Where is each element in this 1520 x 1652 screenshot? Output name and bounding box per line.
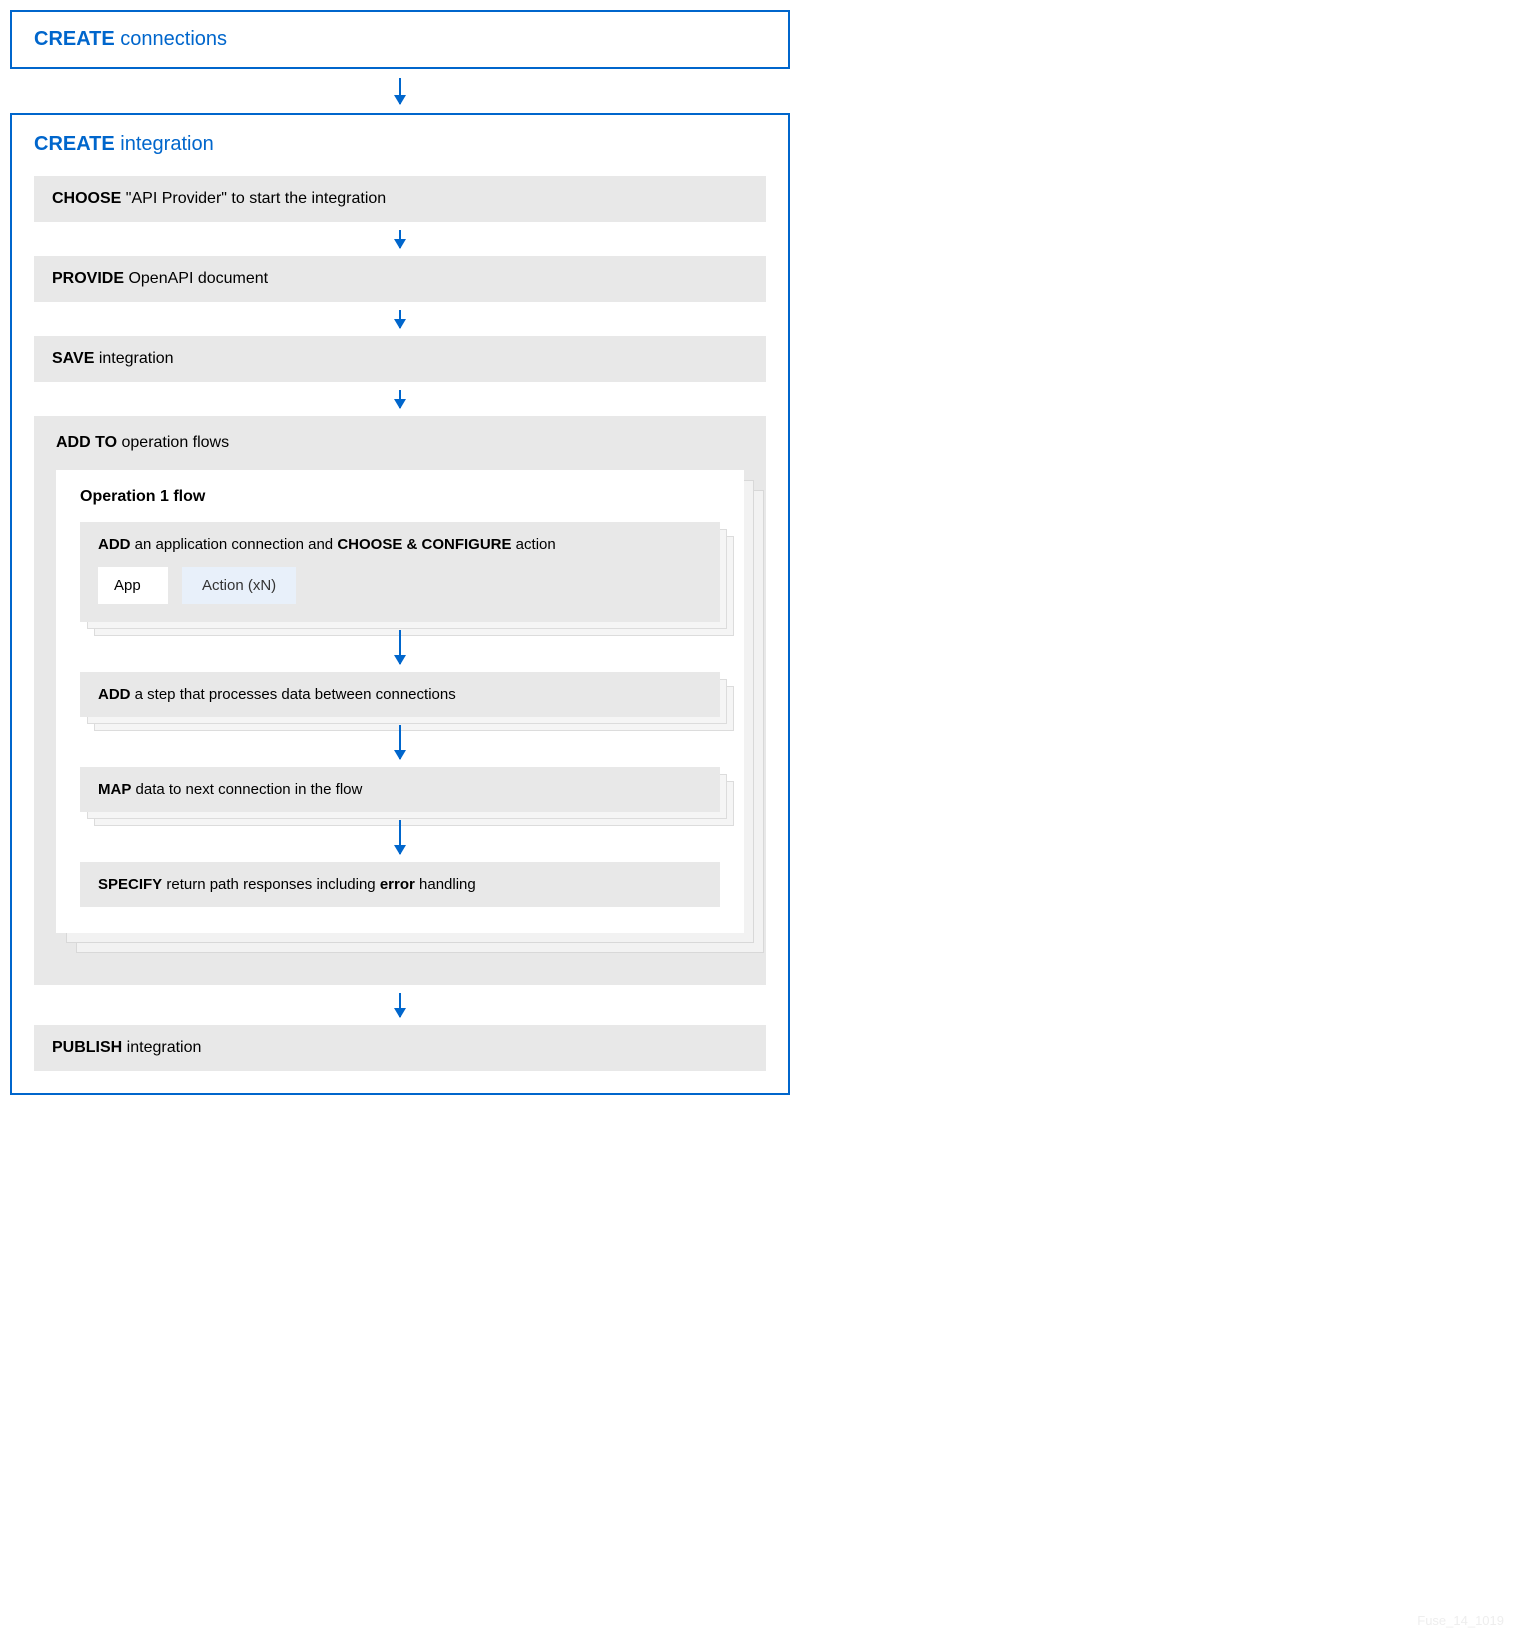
create-connections-box: CREATE connections bbox=[10, 10, 790, 69]
add-to-flows-title: ADD TO operation flows bbox=[56, 434, 744, 452]
create-integration-verb: CREATE bbox=[34, 133, 115, 155]
specify-p1: SPECIFY bbox=[98, 876, 162, 893]
arrow-icon bbox=[34, 302, 766, 336]
operation-flow-card: Operation 1 flow ADD an application conn… bbox=[56, 470, 744, 933]
add-connection-p2: an application connection and bbox=[131, 536, 338, 553]
add-step-stack: ADD a step that processes data between c… bbox=[80, 672, 720, 717]
add-connection-stack: ADD an application connection and CHOOSE… bbox=[80, 522, 720, 622]
create-integration-title: CREATE integration bbox=[34, 133, 766, 156]
choose-step: CHOOSE "API Provider" to start the integ… bbox=[34, 176, 766, 222]
specify-p3: error bbox=[380, 876, 415, 893]
publish-verb: PUBLISH bbox=[52, 1039, 122, 1056]
map-verb: MAP bbox=[98, 781, 131, 798]
create-connections-rest: connections bbox=[115, 28, 227, 50]
add-connection-step: ADD an application connection and CHOOSE… bbox=[80, 522, 720, 622]
save-verb: SAVE bbox=[52, 350, 94, 367]
add-to-rest: operation flows bbox=[117, 434, 229, 451]
add-step-verb: ADD bbox=[98, 686, 131, 703]
arrow-icon bbox=[10, 69, 790, 113]
specify-p4: handling bbox=[415, 876, 476, 893]
save-step: SAVE integration bbox=[34, 336, 766, 382]
arrow-icon bbox=[34, 382, 766, 416]
provide-verb: PROVIDE bbox=[52, 270, 124, 287]
action-box: Action (xN) bbox=[182, 567, 296, 604]
add-step-step: ADD a step that processes data between c… bbox=[80, 672, 720, 717]
app-box: App bbox=[98, 567, 168, 604]
choose-verb: CHOOSE bbox=[52, 190, 121, 207]
publish-step: PUBLISH integration bbox=[34, 1025, 766, 1071]
add-connection-p4: action bbox=[512, 536, 556, 553]
app-action-row: App Action (xN) bbox=[98, 567, 702, 604]
operation-flow-stack: Operation 1 flow ADD an application conn… bbox=[56, 470, 744, 933]
publish-rest: integration bbox=[122, 1039, 201, 1056]
add-to-verb: ADD TO bbox=[56, 434, 117, 451]
add-step-rest: a step that processes data between conne… bbox=[131, 686, 456, 703]
add-to-flows-box: ADD TO operation flows Operation 1 flow … bbox=[34, 416, 766, 985]
specify-step: SPECIFY return path responses including … bbox=[80, 862, 720, 907]
map-rest: data to next connection in the flow bbox=[131, 781, 362, 798]
add-connection-p1: ADD bbox=[98, 536, 131, 553]
provide-rest: OpenAPI document bbox=[124, 270, 268, 287]
map-step: MAP data to next connection in the flow bbox=[80, 767, 720, 812]
footer-label: Fuse_14_1019 bbox=[1417, 1613, 1504, 1628]
specify-p2: return path responses including bbox=[162, 876, 380, 893]
provide-step: PROVIDE OpenAPI document bbox=[34, 256, 766, 302]
create-integration-rest: integration bbox=[115, 133, 214, 155]
choose-rest: "API Provider" to start the integration bbox=[121, 190, 386, 207]
arrow-icon bbox=[34, 222, 766, 256]
create-integration-box: CREATE integration CHOOSE "API Provider"… bbox=[10, 113, 790, 1095]
create-connections-title: CREATE connections bbox=[34, 28, 227, 50]
arrow-icon bbox=[34, 985, 766, 1025]
map-stack: MAP data to next connection in the flow bbox=[80, 767, 720, 812]
operation-flow-title: Operation 1 flow bbox=[80, 488, 720, 506]
add-connection-p3: CHOOSE & CONFIGURE bbox=[337, 536, 511, 553]
add-connection-text: ADD an application connection and CHOOSE… bbox=[98, 536, 702, 553]
create-connections-verb: CREATE bbox=[34, 28, 115, 50]
save-rest: integration bbox=[94, 350, 173, 367]
